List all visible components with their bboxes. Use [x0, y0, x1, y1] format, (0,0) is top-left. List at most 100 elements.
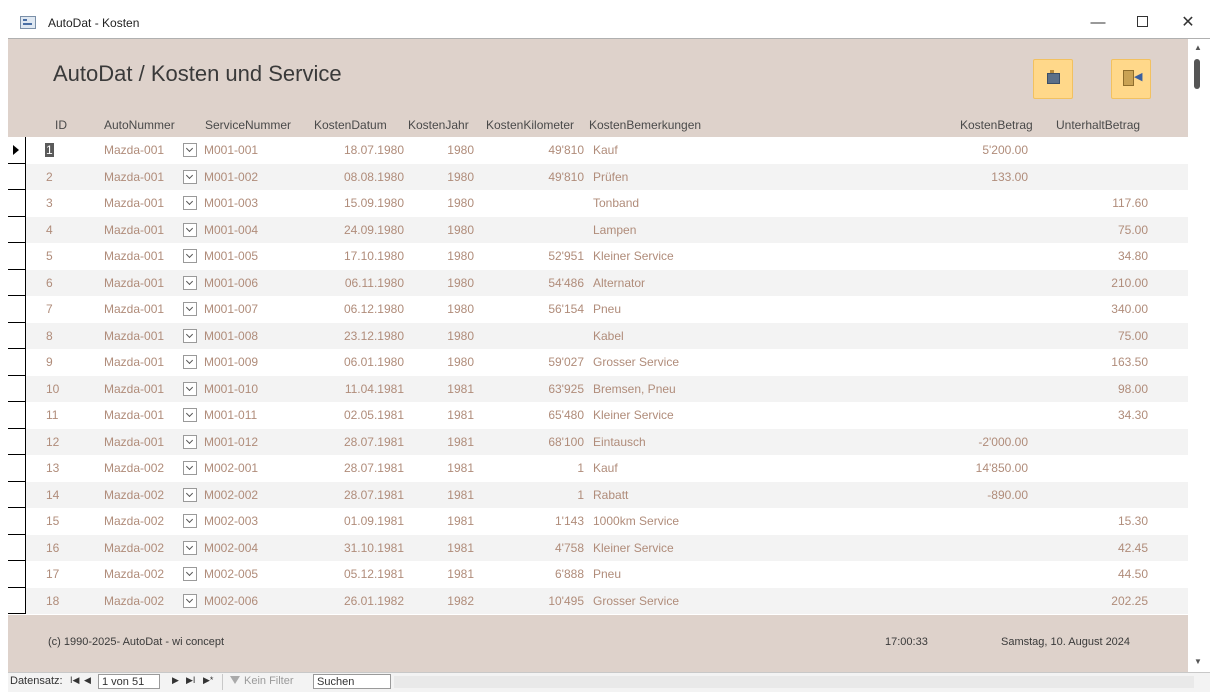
cell-kosten-jahr[interactable]: 1981 [408, 408, 474, 422]
table-row[interactable]: 14 Mazda-002 M002-002 28.07.1981 1981 1 Rabatt… [8, 481, 1188, 508]
cell-bemerkungen[interactable]: Kleiner Service [593, 249, 674, 263]
cell-bemerkungen[interactable]: Kabel [593, 329, 624, 343]
record-selector[interactable] [8, 296, 26, 323]
cell-kosten-jahr[interactable]: 1980 [408, 143, 474, 157]
cell-unterhalt-betrag[interactable]: 202.25 [1048, 594, 1148, 608]
cell-bemerkungen[interactable]: Kleiner Service [593, 541, 674, 555]
cell-kosten-betrag[interactable]: 133.00 [908, 170, 1028, 184]
cell-id[interactable]: 3 [46, 196, 53, 210]
record-selector[interactable] [8, 322, 26, 349]
table-row[interactable]: 13 Mazda-002 M002-001 28.07.1981 1981 1 Kauf 14… [8, 455, 1188, 482]
cell-service-nummer[interactable]: M001-004 [204, 223, 258, 237]
next-record-button[interactable]: ▶ [172, 675, 179, 686]
cell-kosten-jahr[interactable]: 1980 [408, 196, 474, 210]
first-record-button[interactable]: I◀ [70, 675, 79, 686]
cell-service-nummer[interactable]: M001-007 [204, 302, 258, 316]
chevron-down-icon[interactable] [183, 222, 197, 237]
table-row[interactable]: 9 Mazda-001 M001-009 06.01.1980 1980 59'027 Gr… [8, 349, 1188, 376]
cell-bemerkungen[interactable]: Eintausch [593, 435, 646, 449]
cell-kosten-betrag[interactable]: -2'000.00 [908, 435, 1028, 449]
cell-kosten-datum[interactable]: 15.09.1980 [308, 196, 404, 210]
cell-kosten-kilometer[interactable]: 65'480 [488, 408, 584, 422]
chevron-down-icon[interactable] [183, 487, 197, 502]
cell-id[interactable]: 11 [46, 408, 58, 422]
table-row[interactable]: 7 Mazda-001 M001-007 06.12.1980 1980 56'154 Pn… [8, 296, 1188, 323]
cell-kosten-kilometer[interactable]: 6'888 [488, 567, 584, 581]
previous-record-button[interactable]: ◀ [84, 675, 91, 686]
cell-kosten-kilometer[interactable]: 1 [488, 461, 584, 475]
cell-service-nummer[interactable]: M001-010 [204, 382, 258, 396]
chevron-down-icon[interactable] [183, 593, 197, 608]
cell-kosten-jahr[interactable]: 1981 [408, 488, 474, 502]
cell-kosten-kilometer[interactable]: 4'758 [488, 541, 584, 555]
search-input[interactable]: Suchen [313, 674, 391, 689]
cell-auto-nummer[interactable]: Mazda-002 [104, 594, 164, 608]
exit-button[interactable]: ◀ [1111, 59, 1151, 99]
cell-service-nummer[interactable]: M001-006 [204, 276, 258, 290]
record-selector[interactable] [8, 534, 26, 561]
cell-id[interactable]: 16 [46, 541, 59, 555]
chevron-down-icon[interactable] [183, 169, 197, 184]
cell-unterhalt-betrag[interactable]: 98.00 [1048, 382, 1148, 396]
chevron-down-icon[interactable] [183, 461, 197, 475]
cell-kosten-datum[interactable]: 26.01.1982 [308, 594, 404, 608]
cell-auto-nummer[interactable]: Mazda-001 [104, 143, 164, 157]
cell-unterhalt-betrag[interactable]: 42.45 [1048, 541, 1148, 555]
cell-bemerkungen[interactable]: Pneu [593, 302, 621, 316]
cell-kosten-datum[interactable]: 28.07.1981 [308, 488, 404, 502]
cell-id[interactable]: 13 [46, 461, 59, 475]
cell-kosten-jahr[interactable]: 1982 [408, 594, 474, 608]
cell-kosten-betrag[interactable]: 5'200.00 [908, 143, 1028, 157]
cell-kosten-datum[interactable]: 17.10.1980 [308, 249, 404, 263]
chevron-down-icon[interactable] [183, 408, 197, 422]
chevron-down-icon[interactable] [183, 514, 197, 528]
chevron-down-icon[interactable] [183, 196, 197, 210]
cell-kosten-datum[interactable]: 06.11.1980 [308, 276, 404, 290]
chevron-down-icon[interactable] [183, 302, 197, 316]
cell-auto-nummer[interactable]: Mazda-001 [104, 170, 164, 184]
record-selector[interactable] [8, 481, 26, 508]
chevron-down-icon[interactable] [183, 249, 197, 263]
maximize-button[interactable] [1122, 12, 1162, 34]
cell-kosten-jahr[interactable]: 1981 [408, 382, 474, 396]
new-record-button[interactable]: ▶* [203, 675, 213, 686]
cell-id[interactable]: 4 [46, 223, 53, 237]
cell-kosten-jahr[interactable]: 1980 [408, 276, 474, 290]
chevron-down-icon[interactable] [183, 540, 197, 555]
cell-auto-nummer[interactable]: Mazda-001 [104, 249, 164, 263]
cell-unterhalt-betrag[interactable]: 15.30 [1048, 514, 1148, 528]
cell-kosten-kilometer[interactable]: 52'951 [488, 249, 584, 263]
cell-kosten-jahr[interactable]: 1980 [408, 223, 474, 237]
record-selector[interactable] [8, 349, 26, 376]
cell-auto-nummer[interactable]: Mazda-001 [104, 382, 164, 396]
cell-bemerkungen[interactable]: Rabatt [593, 488, 628, 502]
cell-bemerkungen[interactable]: Grosser Service [593, 355, 679, 369]
cell-kosten-jahr[interactable]: 1980 [408, 302, 474, 316]
cell-kosten-datum[interactable]: 24.09.1980 [308, 223, 404, 237]
chevron-down-icon[interactable] [183, 355, 197, 369]
cell-unterhalt-betrag[interactable]: 163.50 [1048, 355, 1148, 369]
record-selector[interactable] [8, 455, 26, 482]
cell-kosten-datum[interactable]: 06.12.1980 [308, 302, 404, 316]
cell-id[interactable]: 12 [46, 435, 59, 449]
record-selector[interactable] [8, 508, 26, 535]
record-selector[interactable] [8, 137, 26, 164]
table-row[interactable]: 10 Mazda-001 M001-010 11.04.1981 1981 63'925 B… [8, 375, 1188, 402]
cell-unterhalt-betrag[interactable]: 340.00 [1048, 302, 1148, 316]
horizontal-scrollbar[interactable] [394, 676, 1194, 688]
record-selector[interactable] [8, 561, 26, 588]
cell-bemerkungen[interactable]: 1000km Service [593, 514, 679, 528]
cell-auto-nummer[interactable]: Mazda-001 [104, 355, 164, 369]
filter-button[interactable]: Kein Filter [244, 675, 294, 687]
cell-id[interactable]: 17 [46, 567, 59, 581]
cell-kosten-datum[interactable]: 06.01.1980 [308, 355, 404, 369]
cell-kosten-jahr[interactable]: 1981 [408, 435, 474, 449]
record-selector[interactable] [8, 428, 26, 455]
table-row[interactable]: 6 Mazda-001 M001-006 06.11.1980 1980 54'486 Al… [8, 269, 1188, 296]
chevron-down-icon[interactable] [183, 275, 197, 290]
cell-bemerkungen[interactable]: Pneu [593, 567, 621, 581]
cell-kosten-jahr[interactable]: 1980 [408, 355, 474, 369]
cell-unterhalt-betrag[interactable]: 117.60 [1048, 196, 1148, 210]
cell-kosten-datum[interactable]: 31.10.1981 [308, 541, 404, 555]
cell-auto-nummer[interactable]: Mazda-002 [104, 567, 164, 581]
